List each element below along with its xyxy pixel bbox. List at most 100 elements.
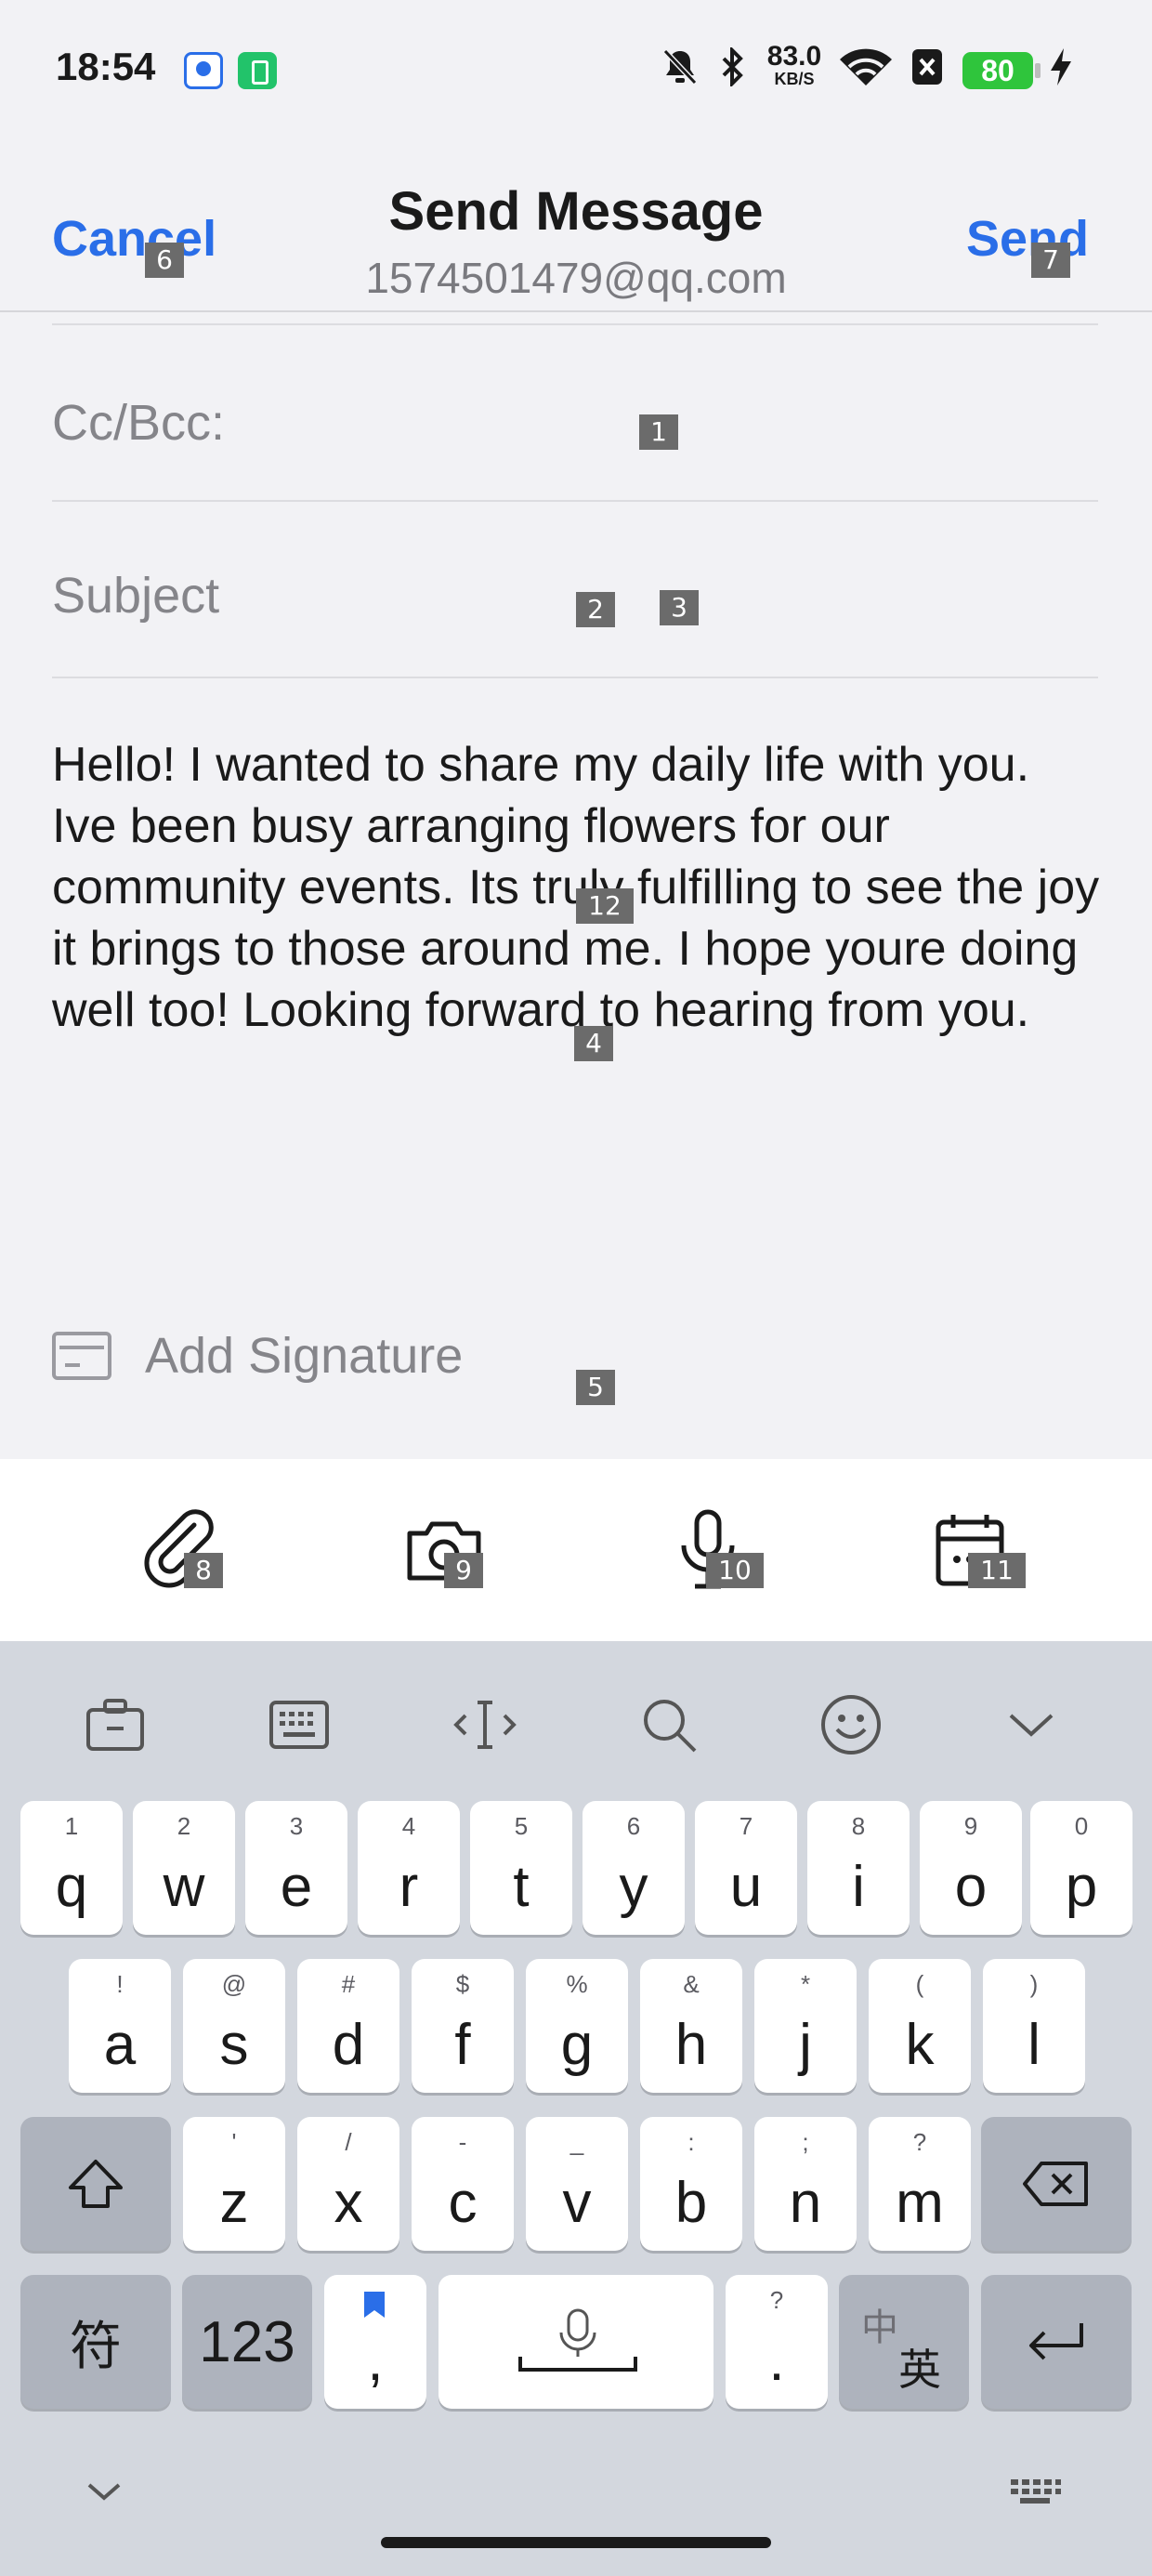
key-hint: # [341, 1970, 356, 1998]
comma-key[interactable]: , [324, 2275, 426, 2409]
key-y[interactable]: 6y [583, 1801, 685, 1935]
key-label: o [954, 1855, 988, 1919]
key-z[interactable]: ' z [183, 2117, 285, 2251]
key-label: e [280, 1855, 313, 1919]
marker-1: 1 [639, 414, 678, 450]
enter-key[interactable] [981, 2275, 1132, 2409]
space-key[interactable] [439, 2275, 713, 2409]
backspace-icon [981, 2117, 1132, 2251]
symbols-key[interactable]: 符 [20, 2275, 171, 2409]
marker-11: 11 [968, 1553, 1026, 1588]
key-n[interactable]: ; n [754, 2117, 857, 2251]
send-button[interactable]: Send [966, 210, 1089, 268]
key-i[interactable]: 8i [807, 1801, 910, 1935]
key-q[interactable]: 1q [20, 1801, 123, 1935]
key-hint: ( [915, 1970, 924, 1998]
key-label: x [334, 2171, 363, 2235]
charging-bolt-icon [1044, 45, 1078, 89]
enter-icon [981, 2275, 1132, 2409]
key-hint: ' [231, 2128, 237, 2156]
key-l[interactable]: ) l [983, 1959, 1085, 2093]
marker-2: 2 [576, 592, 615, 627]
key-label: c [448, 2171, 478, 2235]
keyboard-switch-icon[interactable] [1007, 2476, 1072, 2513]
key-hint: 5 [514, 1812, 529, 1840]
key-hint: & [683, 1970, 700, 1998]
key-hint: ! [116, 1970, 124, 1998]
key-hint: ; [802, 2128, 809, 2156]
key-hint: 7 [739, 1812, 753, 1840]
key-r[interactable]: 4r [358, 1801, 460, 1935]
app-notification-icon [184, 52, 223, 89]
keyboard-layout-icon[interactable] [262, 1688, 336, 1762]
key-t[interactable]: 5t [470, 1801, 572, 1935]
search-icon[interactable] [632, 1688, 706, 1762]
key-hint: $ [455, 1970, 470, 1998]
home-indicator[interactable] [381, 2537, 771, 2548]
key-hint: ) [1029, 1970, 1039, 1998]
key-hint: * [800, 1970, 811, 1998]
status-bar: 18:54 83.0 KB/S 80 [0, 0, 1152, 139]
backspace-key[interactable] [981, 2117, 1132, 2251]
message-body[interactable]: Hello! I wanted to share my daily life w… [52, 734, 1102, 1041]
add-signature-button[interactable]: Add Signature [52, 1327, 463, 1385]
cc-bcc-field[interactable]: Cc/Bcc: [52, 325, 1098, 502]
clipboard-icon[interactable] [78, 1688, 152, 1762]
subject-placeholder: Subject [52, 568, 220, 624]
numbers-key[interactable]: 123 [182, 2275, 312, 2409]
key-x[interactable]: / x [297, 2117, 399, 2251]
key-f[interactable]: $ f [412, 1959, 514, 2093]
key-k[interactable]: (k [869, 1959, 971, 2093]
bookmark-icon [361, 2290, 387, 2324]
key-p[interactable]: 0p [1030, 1801, 1132, 1935]
hide-keyboard-chevron-icon[interactable] [84, 2477, 139, 2515]
key-d[interactable]: # d [297, 1959, 399, 2093]
key-s[interactable]: @ s [183, 1959, 285, 2093]
language-switch-key[interactable]: 中 英 [839, 2275, 969, 2409]
key-hint: 4 [401, 1812, 416, 1840]
key-w[interactable]: 2w [133, 1801, 235, 1935]
emoji-icon[interactable] [814, 1688, 888, 1762]
key-label: w [163, 1855, 205, 1919]
key-e[interactable]: 3e [245, 1801, 347, 1935]
marker-7: 7 [1031, 243, 1070, 278]
key-label: l [1028, 2013, 1041, 2077]
key-label: t [513, 1855, 530, 1919]
marker-8: 8 [184, 1553, 223, 1588]
chevron-down-icon[interactable] [994, 1688, 1068, 1762]
key-label: g [560, 2013, 594, 2077]
key-label: h [674, 2013, 708, 2077]
key-label: d [332, 2013, 365, 2077]
network-speed-unit: KB/S [774, 70, 815, 88]
keyboard-toolbar [0, 1641, 1152, 1799]
key-label: a [103, 2013, 137, 2077]
period-key-hint: ? [769, 2286, 784, 2314]
key-m[interactable]: ? m [869, 2117, 971, 2251]
key-a[interactable]: ! a [69, 1959, 171, 2093]
subject-field[interactable]: Subject [52, 502, 1098, 678]
key-hint: 8 [851, 1812, 866, 1840]
key-label: m [896, 2171, 944, 2235]
key-b[interactable]: :b [640, 2117, 742, 2251]
status-time: 18:54 [56, 45, 156, 88]
language-key-zh: 中 [861, 2307, 898, 2348]
cursor-icon[interactable] [448, 1688, 522, 1762]
marker-9: 9 [444, 1553, 483, 1588]
key-hint: - [458, 2128, 467, 2156]
key-j[interactable]: * j [754, 1959, 857, 2093]
marker-10: 10 [706, 1553, 764, 1588]
key-g[interactable]: % g [526, 1959, 628, 2093]
key-hint: @ [221, 1970, 247, 1998]
key-h[interactable]: & h [640, 1959, 742, 2093]
key-label: v [562, 2171, 592, 2235]
key-hint: _ [569, 2128, 584, 2156]
key-v[interactable]: _ v [526, 2117, 628, 2251]
key-u[interactable]: 7u [695, 1801, 797, 1935]
key-o[interactable]: 9o [920, 1801, 1022, 1935]
period-key[interactable]: ? . [726, 2275, 828, 2409]
shift-key[interactable] [20, 2117, 171, 2251]
key-hint: 9 [963, 1812, 978, 1840]
key-c[interactable]: -c [412, 2117, 514, 2251]
marker-4: 4 [574, 1026, 613, 1061]
comma-key-label: , [367, 2329, 384, 2393]
